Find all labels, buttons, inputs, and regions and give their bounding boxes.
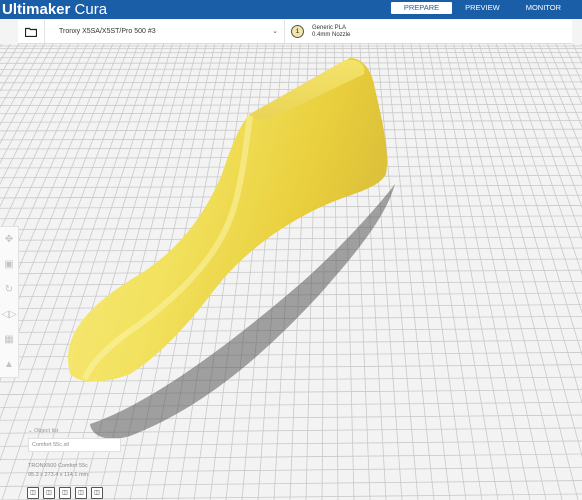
brand-product: Cura — [74, 1, 108, 18]
support-blocker-icon: ▲ — [4, 359, 14, 370]
cube-top-icon: ◫ — [62, 490, 68, 496]
rotate-tool[interactable]: ↻ — [0, 277, 18, 302]
object-list-header[interactable]: ⌄ Object list — [28, 428, 148, 434]
brand-name: Ultimaker — [2, 1, 71, 18]
object-list-title: Object list — [34, 428, 59, 434]
extruder-badge: 1 — [291, 25, 304, 38]
support-blocker-tool[interactable]: ▲ — [0, 352, 18, 377]
open-file-button[interactable] — [18, 20, 45, 43]
scale-icon: ▣ — [4, 259, 14, 270]
tab-prepare[interactable]: PREPARE — [390, 2, 453, 14]
material-selector[interactable]: 1 Generic PLA 0.4mm Nozzle — [285, 20, 350, 43]
chevron-down-icon: ⌄ — [272, 28, 278, 35]
object-dimensions: 95.3 x 273.4 x 114.1 mm — [28, 472, 89, 478]
folder-icon — [25, 27, 37, 37]
mirror-icon: ◁▷ — [1, 309, 17, 320]
printer-name: Tronxy X5SA/X5ST/Pro 500 #3 — [59, 28, 156, 35]
tab-preview[interactable]: PREVIEW — [452, 2, 513, 14]
rotate-icon: ↻ — [4, 284, 14, 295]
printer-selector[interactable]: Tronxy X5SA/X5ST/Pro 500 #3 ⌄ — [45, 20, 285, 43]
nozzle-size: 0.4mm Nozzle — [312, 31, 351, 38]
view-left-button[interactable]: ◫ — [75, 487, 87, 499]
camera-view-buttons: ◫ ◫ ◫ ◫ ◫ — [27, 487, 103, 499]
chevron-icon: ⌄ — [28, 428, 33, 434]
cube-right-icon: ◫ — [94, 490, 100, 496]
view-right-button[interactable]: ◫ — [91, 487, 103, 499]
app-header: Ultimaker Cura PREPARE PREVIEW MONITOR — [0, 0, 582, 19]
cube-icon: ◫ — [30, 490, 36, 496]
move-tool[interactable]: ✥ — [0, 227, 18, 252]
object-name: TRONX500 Comfort 55c — [28, 463, 88, 469]
view-3d-button[interactable]: ◫ — [27, 487, 39, 499]
view-front-button[interactable]: ◫ — [43, 487, 55, 499]
main-toolbar: Tronxy X5SA/X5ST/Pro 500 #3 ⌄ 1 Generic … — [18, 20, 572, 44]
per-model-settings-icon: ▦ — [4, 334, 14, 345]
material-name: Generic PLA — [312, 24, 347, 31]
move-icon: ✥ — [4, 234, 14, 245]
per-model-settings-tool[interactable]: ▦ — [0, 327, 18, 352]
material-info: Generic PLA 0.4mm Nozzle — [312, 25, 350, 39]
object-list-panel: ⌄ Object list Comfort 55c.stl TRONX500 C… — [28, 428, 148, 478]
cube-front-icon: ◫ — [46, 490, 52, 496]
tab-monitor[interactable]: MONITOR — [513, 2, 574, 14]
cube-left-icon: ◫ — [78, 490, 84, 496]
view-top-button[interactable]: ◫ — [59, 487, 71, 499]
scale-tool[interactable]: ▣ — [0, 252, 18, 277]
app-logo: Ultimaker Cura — [2, 0, 107, 19]
stage-tabs: PREPARE PREVIEW MONITOR — [390, 2, 574, 14]
object-list-item[interactable]: Comfort 55c.stl — [28, 438, 121, 452]
tool-panel: ✥ ▣ ↻ ◁▷ ▦ ▲ — [0, 226, 19, 378]
mirror-tool[interactable]: ◁▷ — [0, 302, 18, 327]
